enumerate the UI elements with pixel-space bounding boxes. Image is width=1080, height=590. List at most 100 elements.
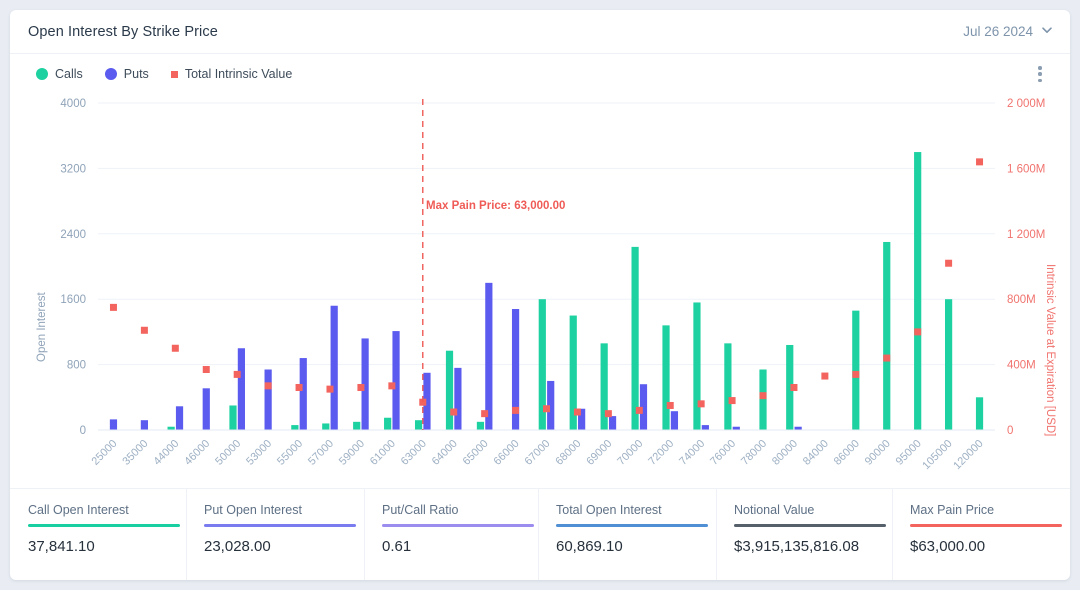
x-axis-tick: 76000	[708, 438, 738, 468]
legend-item-calls[interactable]: Calls	[36, 67, 83, 81]
y-axis-tick-left: 1600	[60, 294, 86, 306]
bar-puts[interactable]	[264, 369, 272, 430]
marker-total-intrinsic-value[interactable]	[728, 397, 736, 405]
chart-area: 0 0 800 400M 1600 800M 2400 1 200M 3200 1 600M 400…	[10, 94, 1070, 494]
y-axis-tick-left: 2400	[60, 229, 86, 241]
marker-total-intrinsic-value[interactable]	[790, 383, 798, 391]
marker-total-intrinsic-value[interactable]	[233, 370, 241, 378]
x-axis-tick: 55000	[275, 438, 305, 468]
x-axis-tick: 78000	[739, 438, 769, 468]
bar-calls[interactable]	[631, 246, 639, 430]
bar-puts[interactable]	[299, 358, 307, 430]
bar-puts[interactable]	[670, 411, 679, 430]
bar-puts[interactable]	[701, 425, 709, 430]
bar-calls[interactable]	[229, 405, 237, 430]
bar-puts[interactable]	[140, 420, 148, 430]
page-title: Open Interest By Strike Price	[28, 23, 218, 40]
stat-value: $63,000.00	[910, 538, 986, 555]
x-axis-tick: 64000	[430, 438, 460, 468]
marker-total-intrinsic-value[interactable]	[883, 354, 891, 362]
intrinsic-value-color-swatch-icon	[170, 70, 178, 78]
bar-puts[interactable]	[175, 406, 184, 430]
stat-label: Put Open Interest	[204, 503, 302, 517]
marker-total-intrinsic-value[interactable]	[759, 392, 767, 400]
marker-total-intrinsic-value[interactable]	[512, 406, 520, 414]
marker-total-intrinsic-value[interactable]	[666, 401, 674, 409]
bar-calls[interactable]	[662, 325, 670, 430]
x-axis-tick: 67000	[523, 438, 553, 468]
marker-total-intrinsic-value[interactable]	[326, 385, 334, 393]
legend-label-puts: Puts	[123, 67, 149, 81]
bar-calls[interactable]	[759, 369, 767, 430]
stat-value: 0.61	[382, 538, 412, 555]
x-axis-tick: 57000	[306, 438, 336, 468]
marker-total-intrinsic-value[interactable]	[821, 372, 829, 380]
open-interest-card: Open Interest By Strike Price Jul 26 202…	[10, 10, 1070, 580]
bar-puts[interactable]	[454, 367, 462, 430]
x-axis-tick: 69000	[584, 438, 614, 468]
bar-calls[interactable]	[883, 241, 891, 430]
marker-total-intrinsic-value[interactable]	[295, 383, 303, 391]
date-picker[interactable]: Jul 26 2024	[963, 24, 1052, 39]
bar-puts[interactable]	[202, 388, 210, 430]
bar-calls[interactable]	[852, 310, 860, 430]
bar-calls[interactable]	[322, 423, 330, 430]
marker-total-intrinsic-value[interactable]	[450, 408, 458, 416]
bar-calls[interactable]	[291, 425, 299, 430]
x-axis-tick: 53000	[244, 438, 274, 468]
marker-total-intrinsic-value[interactable]	[697, 400, 705, 408]
bar-puts[interactable]	[109, 419, 118, 430]
bar-calls[interactable]	[693, 302, 701, 430]
y-axis-tick-right: 800M	[1007, 294, 1036, 306]
bar-calls[interactable]	[445, 350, 454, 430]
y-axis-tick-right: 2 000M	[1007, 98, 1045, 110]
legend-item-total-intrinsic-value[interactable]: Total Intrinsic Value	[170, 67, 293, 81]
stat-call-open-interest: Call Open Interest 37,841.10	[10, 503, 186, 580]
bar-calls[interactable]	[476, 421, 485, 430]
marker-total-intrinsic-value[interactable]	[481, 410, 489, 418]
bar-puts[interactable]	[608, 416, 617, 430]
bar-puts[interactable]	[237, 348, 245, 430]
bar-calls[interactable]	[724, 343, 732, 430]
marker-total-intrinsic-value[interactable]	[604, 410, 612, 418]
stat-label: Total Open Interest	[556, 503, 662, 517]
marker-total-intrinsic-value[interactable]	[202, 366, 210, 374]
legend-label-total-intrinsic-value: Total Intrinsic Value	[184, 67, 293, 81]
y-axis-tick-left: 800	[67, 360, 86, 372]
stat-value: 23,028.00	[204, 538, 271, 555]
marker-total-intrinsic-value[interactable]	[573, 408, 581, 416]
bar-calls[interactable]	[414, 420, 423, 430]
marker-total-intrinsic-value[interactable]	[388, 382, 396, 390]
legend-item-puts[interactable]: Puts	[104, 67, 149, 81]
bar-calls[interactable]	[384, 417, 392, 430]
y-axis-tick-left: 0	[80, 425, 86, 437]
marker-total-intrinsic-value[interactable]	[264, 382, 272, 390]
marker-total-intrinsic-value[interactable]	[357, 383, 365, 391]
chevron-down-icon	[1041, 24, 1052, 35]
marker-total-intrinsic-value[interactable]	[945, 259, 953, 267]
bar-calls[interactable]	[914, 152, 922, 431]
x-axis-tick: 66000	[492, 438, 522, 468]
marker-total-intrinsic-value[interactable]	[852, 370, 860, 378]
marker-total-intrinsic-value[interactable]	[171, 344, 179, 352]
marker-total-intrinsic-value[interactable]	[140, 326, 148, 334]
kebab-menu-icon[interactable]	[1032, 65, 1048, 83]
x-axis-tick: 59000	[337, 438, 367, 468]
marker-total-intrinsic-value[interactable]	[976, 158, 984, 166]
bar-puts[interactable]	[392, 331, 400, 430]
stat-max-pain-price: Max Pain Price $63,000.00	[892, 489, 1070, 580]
bar-calls[interactable]	[945, 299, 953, 430]
marker-total-intrinsic-value[interactable]	[914, 328, 922, 336]
bar-puts[interactable]	[485, 282, 493, 430]
y-axis-title-left: Open Interest	[36, 292, 48, 362]
x-axis-tick: 86000	[832, 438, 862, 468]
bar-calls[interactable]	[975, 397, 984, 430]
marker-total-intrinsic-value[interactable]	[635, 406, 643, 414]
summary-stats: Call Open Interest 37,841.10 Put Open In…	[10, 488, 1070, 580]
y-axis-tick-left: 4000	[60, 98, 86, 110]
marker-total-intrinsic-value[interactable]	[109, 303, 117, 311]
bar-calls[interactable]	[353, 421, 361, 430]
stat-rule	[382, 524, 534, 527]
bar-puts[interactable]	[330, 305, 338, 430]
marker-total-intrinsic-value[interactable]	[543, 405, 550, 413]
